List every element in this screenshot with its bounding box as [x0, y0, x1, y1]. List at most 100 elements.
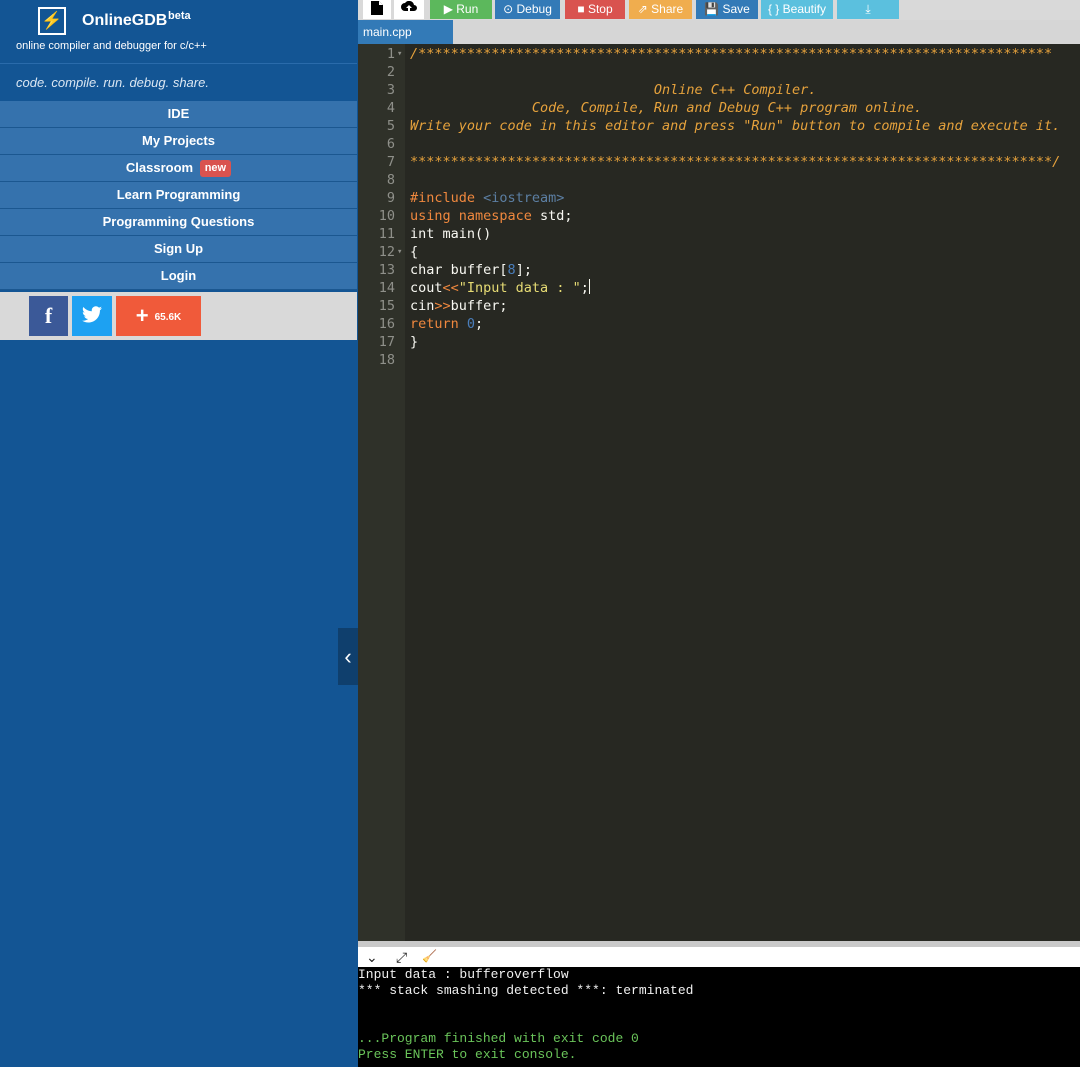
code-token: ];	[515, 262, 532, 278]
code-text: ****************************************…	[410, 154, 1061, 170]
code-line: 16 return 0;	[358, 315, 1080, 333]
fold-arrow-icon[interactable]: ▾	[397, 243, 402, 261]
code-line: 14 cout<<"Input data : ";	[358, 279, 1080, 297]
code-text: }	[410, 334, 419, 350]
twitter-icon[interactable]	[72, 296, 112, 336]
sidebar-item-login[interactable]: Login	[0, 263, 357, 290]
code-line: 12 ▾ {	[358, 243, 1080, 261]
console-line: Input data : bufferoverflow	[358, 967, 569, 982]
sidebar-item-learn-programming[interactable]: Learn Programming	[0, 182, 357, 209]
sidebar-item-label: Programming Questions	[102, 214, 255, 229]
debug-button[interactable]: ⊙ Debug	[495, 0, 560, 19]
code-line: 18	[358, 351, 1080, 369]
code-text: /***************************************…	[410, 46, 1053, 62]
code-token: cout	[410, 280, 443, 296]
code-token: >>	[434, 298, 451, 314]
line-number: 10	[378, 208, 395, 224]
brand-name[interactable]: OnlineGDB	[82, 12, 167, 30]
tagline: code. compile. run. debug. share.	[0, 64, 357, 101]
line-number: 15	[378, 298, 395, 314]
tab-main-cpp[interactable]: main.cpp	[358, 20, 453, 44]
code-text: cout<<"Input data : ";	[410, 279, 590, 297]
code-line: 13 char buffer[8];	[358, 261, 1080, 279]
code-token: std;	[540, 208, 573, 224]
save-button[interactable]: 💾 Save	[696, 0, 758, 19]
line-number: 11	[378, 226, 395, 242]
lightning-logo-icon[interactable]: ⚡	[38, 7, 66, 35]
code-text: #include <iostream>	[410, 189, 564, 207]
line-number: 1	[386, 46, 395, 62]
line-number: 5	[386, 118, 395, 134]
line-number: 17	[378, 334, 395, 350]
output-console[interactable]: Input data : bufferoverflow *** stack sm…	[358, 967, 1080, 1067]
code-text: Write your code in this editor and press…	[410, 118, 1061, 134]
console-line: Press ENTER to exit console.	[358, 1047, 577, 1062]
line-number: 13	[378, 262, 395, 278]
new-badge: new	[199, 160, 232, 177]
code-text: Code, Compile, Run and Debug C++ program…	[410, 100, 923, 116]
code-text: char buffer[8];	[410, 261, 532, 279]
line-number: 3	[386, 82, 395, 98]
clear-console-icon[interactable]: 🧹	[422, 949, 437, 963]
line-number: 12	[378, 244, 395, 260]
fold-arrow-icon[interactable]: ▾	[397, 45, 402, 63]
code-line: 4 Code, Compile, Run and Debug C++ progr…	[358, 99, 1080, 117]
text-cursor	[588, 279, 590, 294]
code-token: #include	[410, 190, 484, 206]
sidebar-item-my-projects[interactable]: My Projects	[0, 128, 357, 155]
line-number: 16	[378, 316, 395, 332]
collapse-console-chevron-down-icon[interactable]: ⌄	[366, 949, 378, 966]
code-editor[interactable]: 1 ▾/*************************************…	[358, 44, 1080, 941]
console-line: ...Program finished with exit code 0	[358, 1031, 639, 1046]
stop-button[interactable]: ■ Stop	[565, 0, 625, 19]
code-token: 0	[466, 316, 476, 332]
sidebar-nav: IDE My Projects Classroom new Learn Prog…	[0, 101, 357, 290]
line-number: 9	[386, 190, 395, 206]
code-lines: 1 ▾/*************************************…	[358, 45, 1080, 369]
code-token: <iostream>	[483, 190, 565, 206]
line-number: 18	[378, 352, 395, 368]
sidebar-item-label: IDE	[167, 106, 190, 121]
new-file-icon[interactable]	[363, 0, 391, 19]
sidebar-item-label: Login	[160, 268, 197, 283]
download-icon[interactable]: ⤓	[837, 0, 899, 19]
expand-console-icon[interactable]: ⤢	[396, 949, 407, 966]
code-line: 6	[358, 135, 1080, 153]
code-token: <<	[442, 280, 459, 296]
beautify-button[interactable]: { } Beautify	[761, 0, 833, 19]
sidebar-item-classroom[interactable]: Classroom new	[0, 155, 357, 182]
run-button[interactable]: ▶ Run	[430, 0, 492, 19]
code-line: 3 Online C++ Compiler.	[358, 81, 1080, 99]
code-text: using namespace std;	[410, 207, 573, 225]
upload-icon[interactable]	[394, 0, 424, 19]
code-line: 2	[358, 63, 1080, 81]
code-token: ;	[475, 316, 484, 332]
code-line: 1 ▾ /*************************************…	[358, 45, 1080, 63]
sidebar-item-label: Learn Programming	[116, 187, 241, 202]
line-number: 7	[386, 154, 395, 170]
sidebar: ⚡ OnlineGDB beta online compiler and deb…	[0, 0, 358, 1067]
sidebar-item-sign-up[interactable]: Sign Up	[0, 236, 357, 263]
code-line: 8	[358, 171, 1080, 189]
code-line: 5 Write your code in this editor and pres…	[358, 117, 1080, 135]
sidebar-item-ide[interactable]: IDE	[0, 101, 357, 128]
code-line: 7 ***************************************…	[358, 153, 1080, 171]
console-toolbar: ⌄ ⤢ 🧹	[358, 941, 1080, 967]
share-count: 65.6K	[154, 312, 182, 323]
code-line: 11 int main()	[358, 225, 1080, 243]
code-text: cin>>buffer;	[410, 297, 508, 315]
code-token: buffer;	[450, 298, 508, 314]
share-button[interactable]: ⇗ Share	[629, 0, 692, 19]
file-tab-bar: main.cpp	[358, 20, 1080, 44]
code-line: 9 #include <iostream>	[358, 189, 1080, 207]
toolbar: ▶ Run ⊙ Debug ■ Stop ⇗ Share 💾 Save { } …	[358, 0, 1080, 20]
code-token: return	[410, 316, 467, 332]
facebook-icon[interactable]: f	[29, 296, 68, 336]
line-number: 6	[386, 136, 395, 152]
addthis-share-button[interactable]: +65.6K	[116, 296, 201, 336]
code-token: cin	[410, 298, 435, 314]
sidebar-item-label: Classroom	[125, 160, 194, 175]
sidebar-item-programming-questions[interactable]: Programming Questions	[0, 209, 357, 236]
collapse-sidebar-chevron-left-icon[interactable]: ‹	[338, 628, 358, 685]
line-number: 2	[386, 64, 395, 80]
